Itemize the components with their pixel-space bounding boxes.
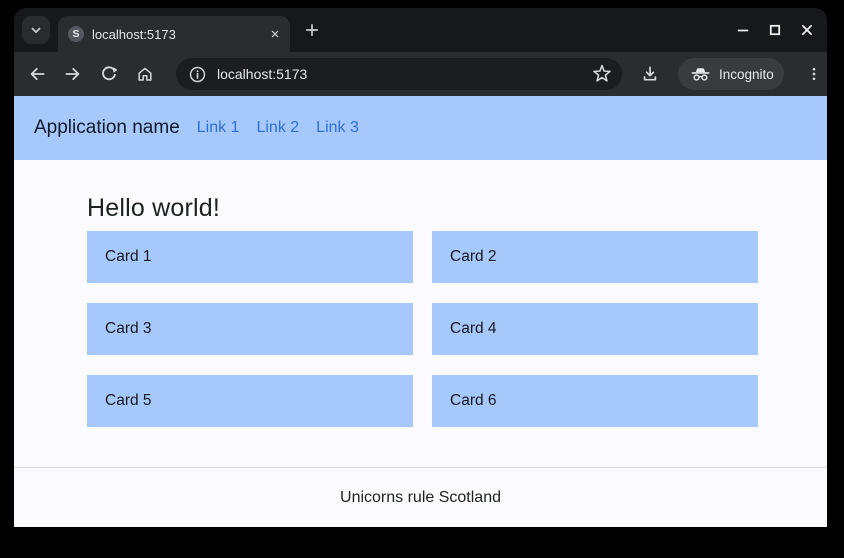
nav-link-1[interactable]: Link 1 — [197, 119, 240, 137]
nav-link-3[interactable]: Link 3 — [316, 119, 359, 137]
bookmark-star-icon[interactable] — [592, 64, 612, 84]
nav-link-2[interactable]: Link 2 — [256, 119, 299, 137]
address-bar[interactable]: localhost:5173 — [176, 58, 622, 90]
back-arrow-icon — [28, 65, 46, 83]
url-text: localhost:5173 — [217, 66, 307, 82]
navbar-links: Link 1 Link 2 Link 3 — [197, 119, 359, 137]
page-heading: Hello world! — [87, 193, 758, 223]
new-tab-button[interactable] — [298, 16, 326, 44]
tab-title: localhost:5173 — [92, 27, 258, 42]
download-icon — [641, 65, 659, 83]
page-main: Hello world! Card 1 Card 2 Card 3 Card 4… — [87, 193, 758, 427]
card-3: Card 3 — [87, 303, 413, 355]
card-1: Card 1 — [87, 231, 413, 283]
incognito-label: Incognito — [719, 67, 774, 82]
screen: S localhost:5173 — [0, 0, 844, 558]
plus-icon — [303, 21, 321, 39]
tab-close-button[interactable] — [266, 25, 284, 43]
page-footer: Unicorns rule Scotland — [14, 467, 827, 527]
close-icon — [268, 27, 282, 41]
incognito-icon — [690, 66, 711, 82]
kebab-menu-icon — [805, 65, 823, 83]
footer-text: Unicorns rule Scotland — [340, 489, 501, 506]
incognito-badge[interactable]: Incognito — [678, 58, 784, 90]
home-icon — [136, 65, 154, 83]
forward-button[interactable] — [59, 60, 87, 88]
downloads-button[interactable] — [636, 60, 664, 88]
tab-search-button[interactable] — [22, 16, 50, 44]
menu-kebab-button[interactable] — [800, 60, 828, 88]
tab-strip: S localhost:5173 — [14, 8, 827, 52]
close-window-button[interactable] — [795, 18, 819, 42]
back-button[interactable] — [23, 60, 51, 88]
site-favicon-icon: S — [68, 26, 84, 42]
minimize-icon — [734, 21, 752, 39]
maximize-button[interactable] — [763, 18, 787, 42]
navbar-brand[interactable]: Application name — [34, 117, 180, 139]
page-navbar: Application name Link 1 Link 2 Link 3 — [14, 96, 827, 160]
card-2: Card 2 — [432, 231, 758, 283]
close-icon — [798, 21, 816, 39]
reload-button[interactable] — [95, 60, 123, 88]
card-grid: Card 1 Card 2 Card 3 Card 4 Card 5 Card … — [87, 231, 758, 427]
maximize-icon — [766, 21, 784, 39]
site-info-icon[interactable] — [188, 65, 207, 84]
browser-window: S localhost:5173 — [14, 8, 827, 527]
browser-tab[interactable]: S localhost:5173 — [58, 16, 290, 52]
minimize-button[interactable] — [731, 18, 755, 42]
web-page: Application name Link 1 Link 2 Link 3 He… — [14, 96, 827, 527]
forward-arrow-icon — [64, 65, 82, 83]
browser-toolbar: localhost:5173 Incognito — [14, 52, 827, 96]
reload-icon — [100, 65, 118, 83]
card-6: Card 6 — [432, 375, 758, 427]
card-5: Card 5 — [87, 375, 413, 427]
chevron-down-icon — [27, 21, 45, 39]
window-controls — [731, 18, 823, 42]
home-button[interactable] — [131, 60, 159, 88]
card-4: Card 4 — [432, 303, 758, 355]
